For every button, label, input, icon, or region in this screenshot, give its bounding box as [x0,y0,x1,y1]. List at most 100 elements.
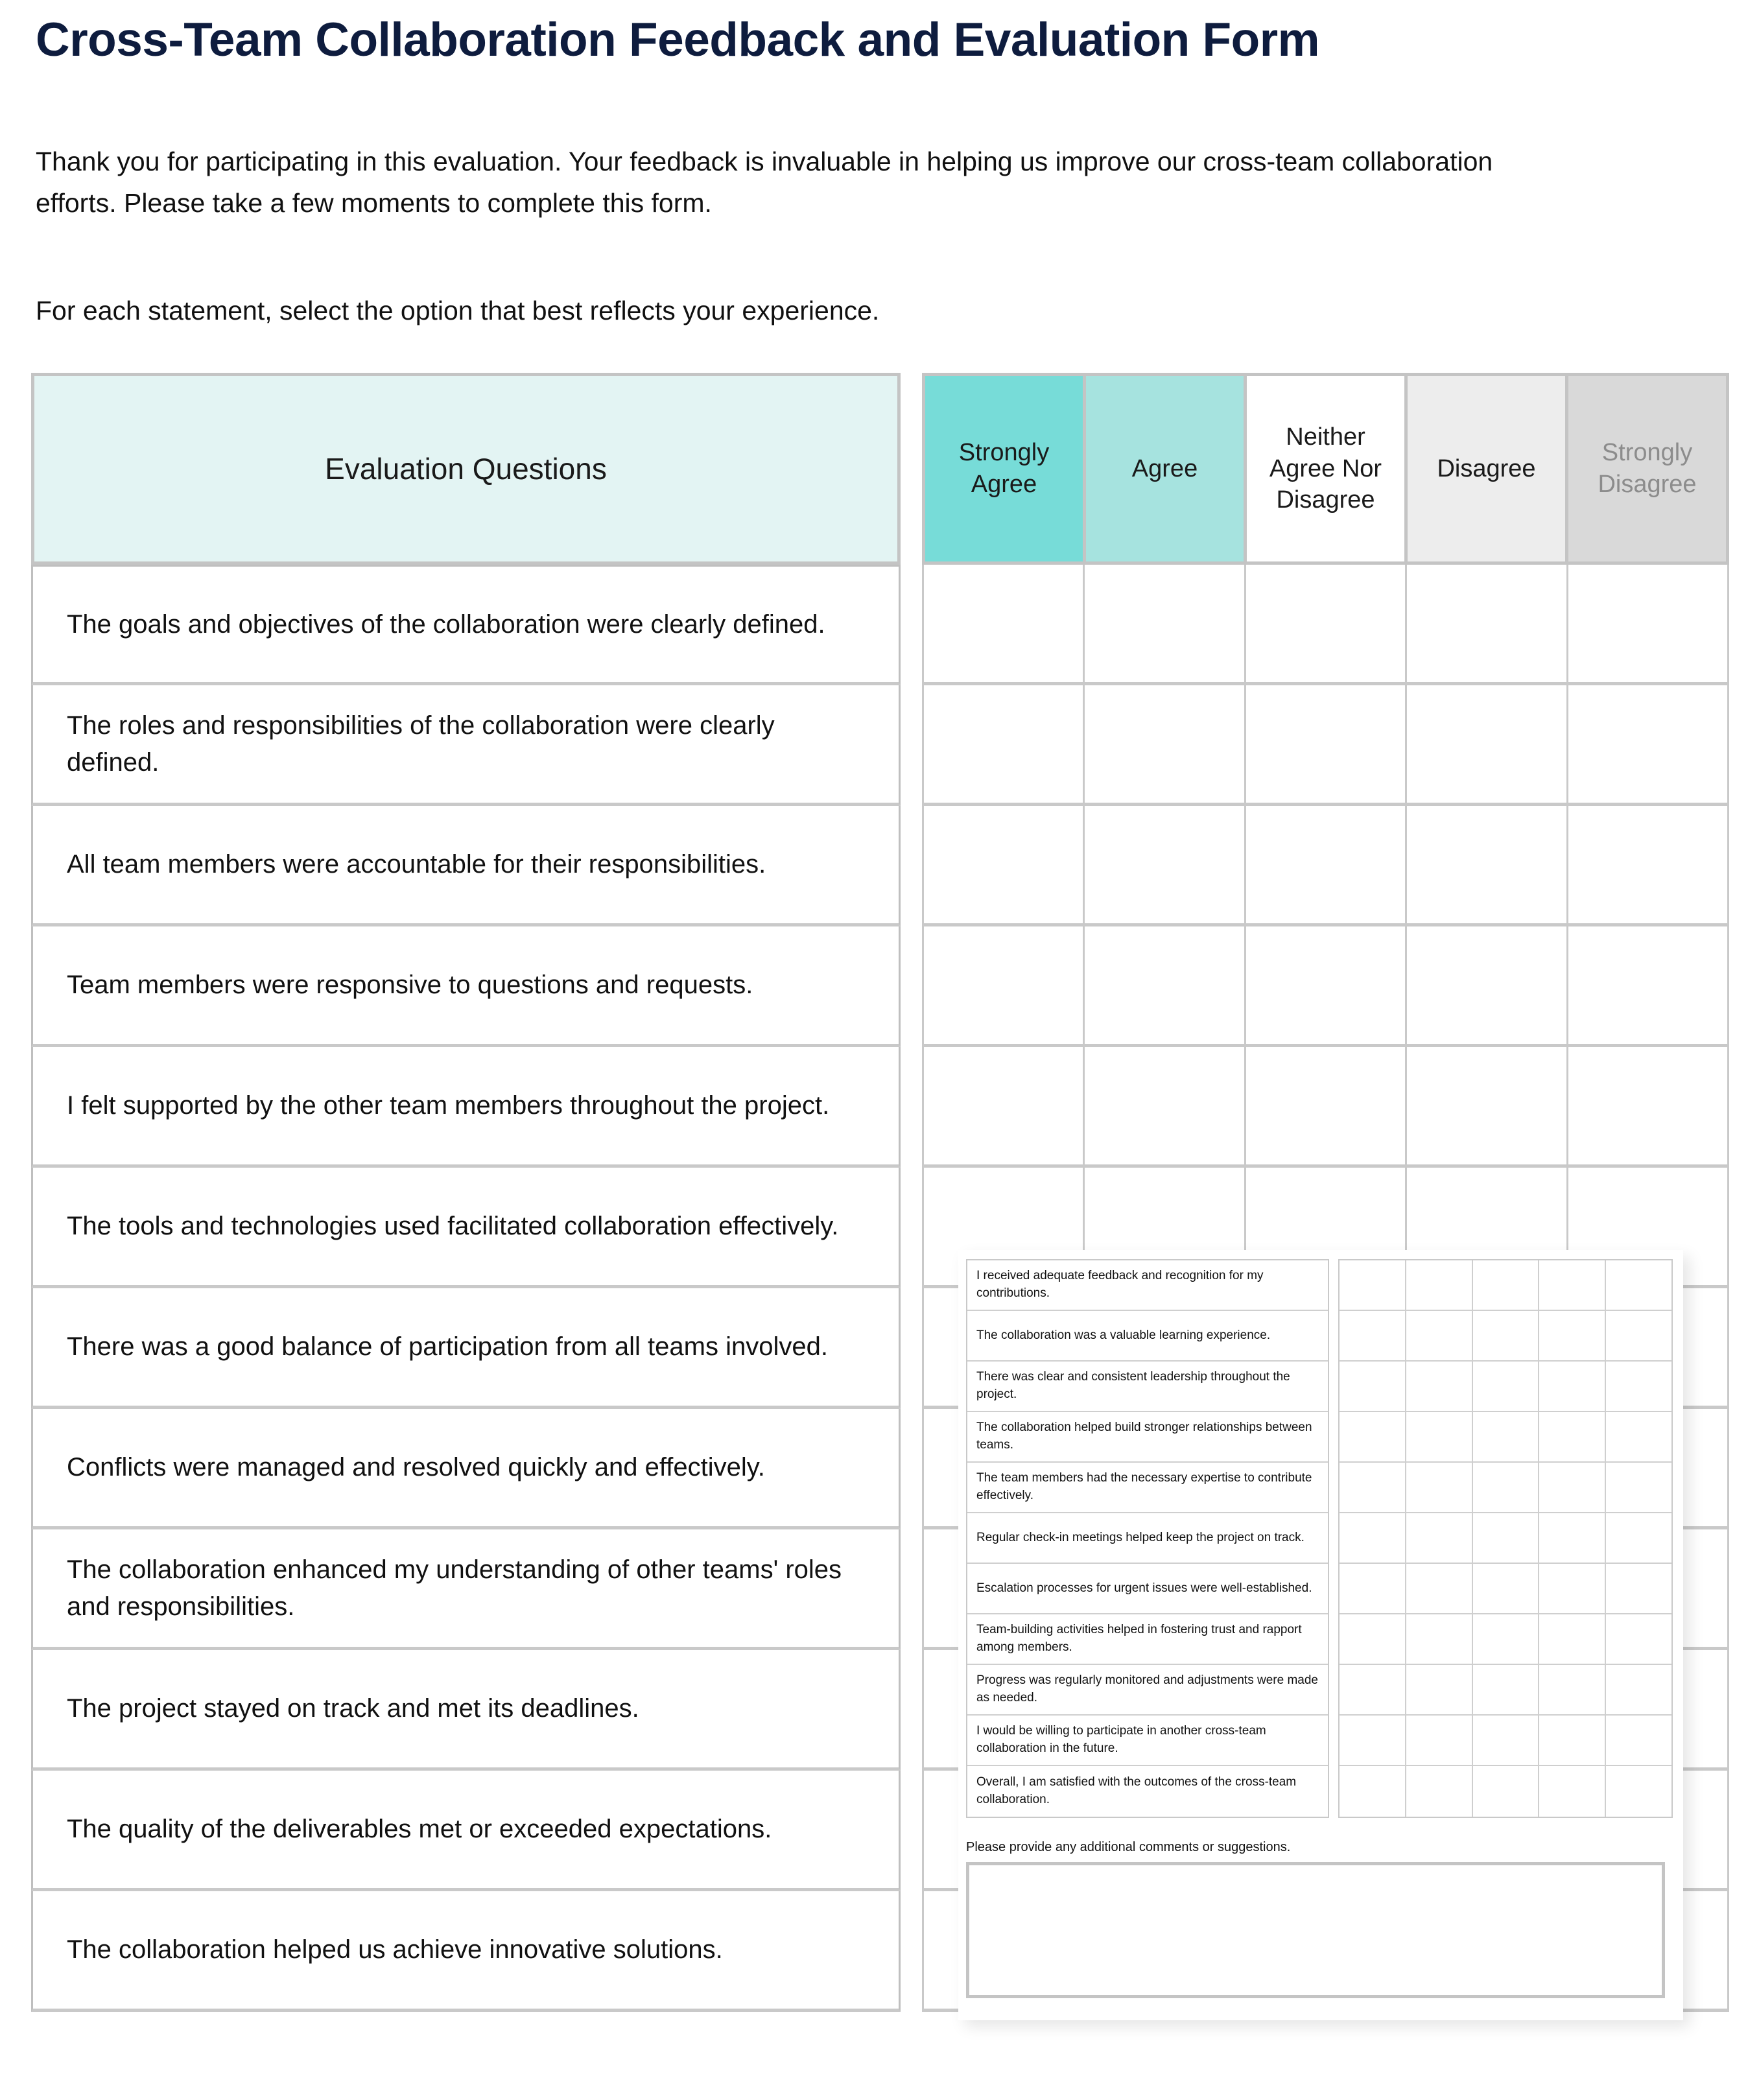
inset-answer-cell[interactable] [1539,1564,1607,1613]
inset-answer-cell[interactable] [1606,1766,1671,1817]
inset-answer-cell[interactable] [1539,1665,1607,1714]
answer-cell[interactable] [924,685,1085,803]
answer-cell[interactable] [1085,1047,1246,1164]
question-text: The collaboration enhanced my understand… [67,1555,842,1621]
inset-answer-cell[interactable] [1473,1665,1540,1714]
inset-answer-cell[interactable] [1606,1716,1671,1765]
inset-answer-cell[interactable] [1539,1260,1607,1310]
answer-cell[interactable] [1246,565,1408,682]
inset-answer-cell[interactable] [1539,1513,1607,1563]
inset-answer-cell[interactable] [1606,1311,1671,1360]
inset-answer-cell[interactable] [1406,1665,1473,1714]
inset-answer-cell[interactable] [1606,1513,1671,1563]
scale-header-strongly-agree: Strongly Agree [925,376,1086,561]
question-row: Conflicts were managed and resolved quic… [31,1409,901,1529]
inset-answer-cell[interactable] [1539,1311,1607,1360]
inset-answer-cell[interactable] [1473,1463,1540,1512]
inset-answer-cell[interactable] [1406,1716,1473,1765]
inset-answer-cell[interactable] [1340,1665,1406,1714]
question-text: Conflicts were managed and resolved quic… [67,1453,765,1482]
inset-answer-cell[interactable] [1539,1614,1607,1664]
inset-answer-cell[interactable] [1473,1716,1540,1765]
inset-answer-cell[interactable] [1340,1564,1406,1613]
inset-answer-cell[interactable] [1473,1766,1540,1817]
inset-answer-row [1340,1260,1671,1311]
answer-cell[interactable] [1085,685,1246,803]
inset-answer-cell[interactable] [1473,1311,1540,1360]
inset-answer-cell[interactable] [1606,1665,1671,1714]
inset-answer-cell[interactable] [1340,1766,1406,1817]
inset-answer-cell[interactable] [1606,1412,1671,1461]
inset-answer-cell[interactable] [1406,1311,1473,1360]
inset-question-text: Overall, I am satisfied with the outcome… [976,1775,1297,1806]
inset-answer-cell[interactable] [1473,1260,1540,1310]
comments-textarea[interactable] [966,1862,1665,1998]
inset-answer-row [1340,1412,1671,1463]
inset-answer-cell[interactable] [1406,1513,1473,1563]
question-row: The quality of the deliverables met or e… [31,1771,901,1891]
inset-answer-cell[interactable] [1606,1614,1671,1664]
question-row: The roles and responsibilities of the co… [31,685,901,806]
inset-answer-cell[interactable] [1406,1564,1473,1613]
answer-cell[interactable] [1246,926,1408,1044]
inset-answer-cell[interactable] [1473,1513,1540,1563]
inset-gap [1329,1259,1338,1818]
inset-answer-cell[interactable] [1406,1614,1473,1664]
inset-answer-cell[interactable] [1406,1766,1473,1817]
inset-answer-cell[interactable] [1406,1362,1473,1411]
intro-paragraph: Thank you for participating in this eval… [36,147,1493,218]
inset-answer-cell[interactable] [1340,1362,1406,1411]
answer-row [924,806,1727,926]
inset-answer-cell[interactable] [1340,1614,1406,1664]
inset-answer-cell[interactable] [1340,1311,1406,1360]
answer-cell[interactable] [1568,806,1727,923]
scale-header-row: Strongly Agree Agree Neither Agree Nor Dis… [922,373,1729,565]
inset-answer-cell[interactable] [1539,1716,1607,1765]
answer-cell[interactable] [924,565,1085,682]
answer-cell[interactable] [1246,1047,1408,1164]
inset-answer-cell[interactable] [1539,1463,1607,1512]
inset-answer-cell[interactable] [1473,1412,1540,1461]
scale-header-agree: Agree [1086,376,1247,561]
form-page: Cross-Team Collaboration Feedback and Ev… [0,0,1759,2100]
inset-answer-cell[interactable] [1406,1412,1473,1461]
inset-answer-cell[interactable] [1340,1716,1406,1765]
inset-answer-cell[interactable] [1606,1564,1671,1613]
answer-cell[interactable] [1568,685,1727,803]
inset-answer-cell[interactable] [1473,1614,1540,1664]
inset-answer-cell[interactable] [1406,1260,1473,1310]
answer-cell[interactable] [1568,926,1727,1044]
answer-cell[interactable] [1568,565,1727,682]
inset-answer-cell[interactable] [1606,1463,1671,1512]
answer-cell[interactable] [1246,806,1408,923]
question-row: I felt supported by the other team membe… [31,1047,901,1168]
answer-cell[interactable] [1407,685,1568,803]
inset-answer-cell[interactable] [1340,1513,1406,1563]
answer-cell[interactable] [1246,685,1408,803]
inset-answer-cell[interactable] [1606,1362,1671,1411]
question-text: I felt supported by the other team membe… [67,1091,830,1120]
inset-answer-cell[interactable] [1606,1260,1671,1310]
inset-answer-cell[interactable] [1340,1412,1406,1461]
answer-cell[interactable] [924,806,1085,923]
inset-answer-cell[interactable] [1406,1463,1473,1512]
inset-answer-cell[interactable] [1473,1564,1540,1613]
inset-answer-cell[interactable] [1539,1362,1607,1411]
inset-answer-cell[interactable] [1340,1260,1406,1310]
inset-answer-cell[interactable] [1340,1463,1406,1512]
answer-cell[interactable] [1407,806,1568,923]
inset-matrix: I received adequate feedback and recogni… [966,1259,1673,1818]
answer-cell[interactable] [1407,1047,1568,1164]
answer-cell[interactable] [1407,926,1568,1044]
answer-cell[interactable] [1407,565,1568,682]
answer-cell[interactable] [1085,806,1246,923]
answer-cell[interactable] [1085,565,1246,682]
question-text: The project stayed on track and met its … [67,1694,639,1723]
inset-answer-cell[interactable] [1539,1766,1607,1817]
answer-cell[interactable] [1568,1047,1727,1164]
inset-answer-cell[interactable] [1473,1362,1540,1411]
answer-cell[interactable] [924,926,1085,1044]
inset-answer-cell[interactable] [1539,1412,1607,1461]
answer-cell[interactable] [1085,926,1246,1044]
answer-cell[interactable] [924,1047,1085,1164]
